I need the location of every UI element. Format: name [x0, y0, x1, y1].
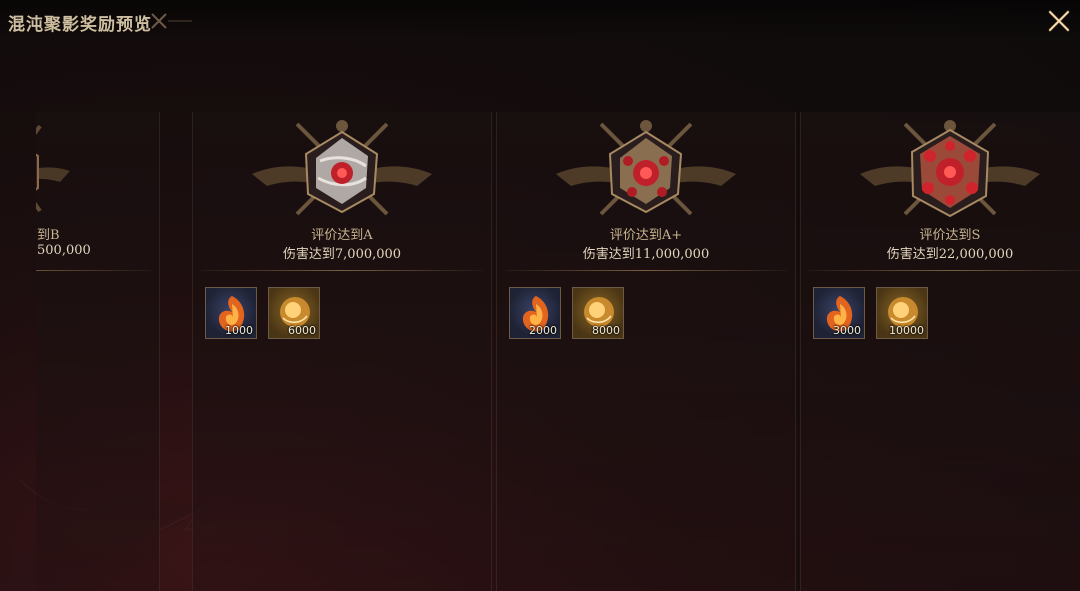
- grade-label: 评价达到S: [919, 228, 981, 243]
- reward-card-a-plus: 评价达到A+ 伤害达到11,000,000 2000 8000: [496, 112, 796, 591]
- reward-count: 10000: [889, 324, 924, 337]
- reward-count: 2000: [529, 324, 557, 337]
- reward-card-s: 评价达到S 伤害达到22,000,000 3000 10000: [800, 112, 1080, 591]
- card-divider: [36, 270, 151, 271]
- reward-scroll-area[interactable]: 到B 500,000 评价达到A 伤害达到7,000,000 1000 6000…: [0, 0, 1080, 591]
- damage-threshold: 500,000: [37, 243, 91, 258]
- reward-count: 1000: [225, 324, 253, 337]
- chaos-gem-emblem-icon: [36, 124, 70, 213]
- chaos-gem-emblem-icon: [252, 120, 432, 216]
- reward-card-b: 到B 500,000: [36, 112, 160, 591]
- reward-count: 6000: [288, 324, 316, 337]
- reward-item[interactable]: 1000: [205, 287, 257, 339]
- grade-label: 到B: [37, 228, 60, 243]
- reward-card-a: 评价达到A 伤害达到7,000,000 1000 6000: [192, 112, 492, 591]
- grade-label: 评价达到A: [311, 228, 373, 243]
- card-divider: [505, 270, 787, 271]
- damage-threshold: 伤害达到22,000,000: [886, 247, 1014, 262]
- card-divider: [201, 270, 483, 271]
- damage-threshold: 伤害达到11,000,000: [582, 247, 710, 262]
- reward-item[interactable]: 8000: [572, 287, 624, 339]
- chaos-gem-emblem-icon: [860, 120, 1040, 218]
- grade-label: 评价达到A+: [609, 228, 683, 243]
- reward-count: 8000: [592, 324, 620, 337]
- chaos-gem-emblem-icon: [556, 120, 736, 216]
- damage-threshold: 伤害达到7,000,000: [282, 247, 402, 262]
- card-divider: [809, 270, 1080, 271]
- reward-item[interactable]: 3000: [813, 287, 865, 339]
- reward-item[interactable]: 2000: [509, 287, 561, 339]
- reward-item[interactable]: 6000: [268, 287, 320, 339]
- reward-item[interactable]: 10000: [876, 287, 928, 339]
- reward-count: 3000: [833, 324, 861, 337]
